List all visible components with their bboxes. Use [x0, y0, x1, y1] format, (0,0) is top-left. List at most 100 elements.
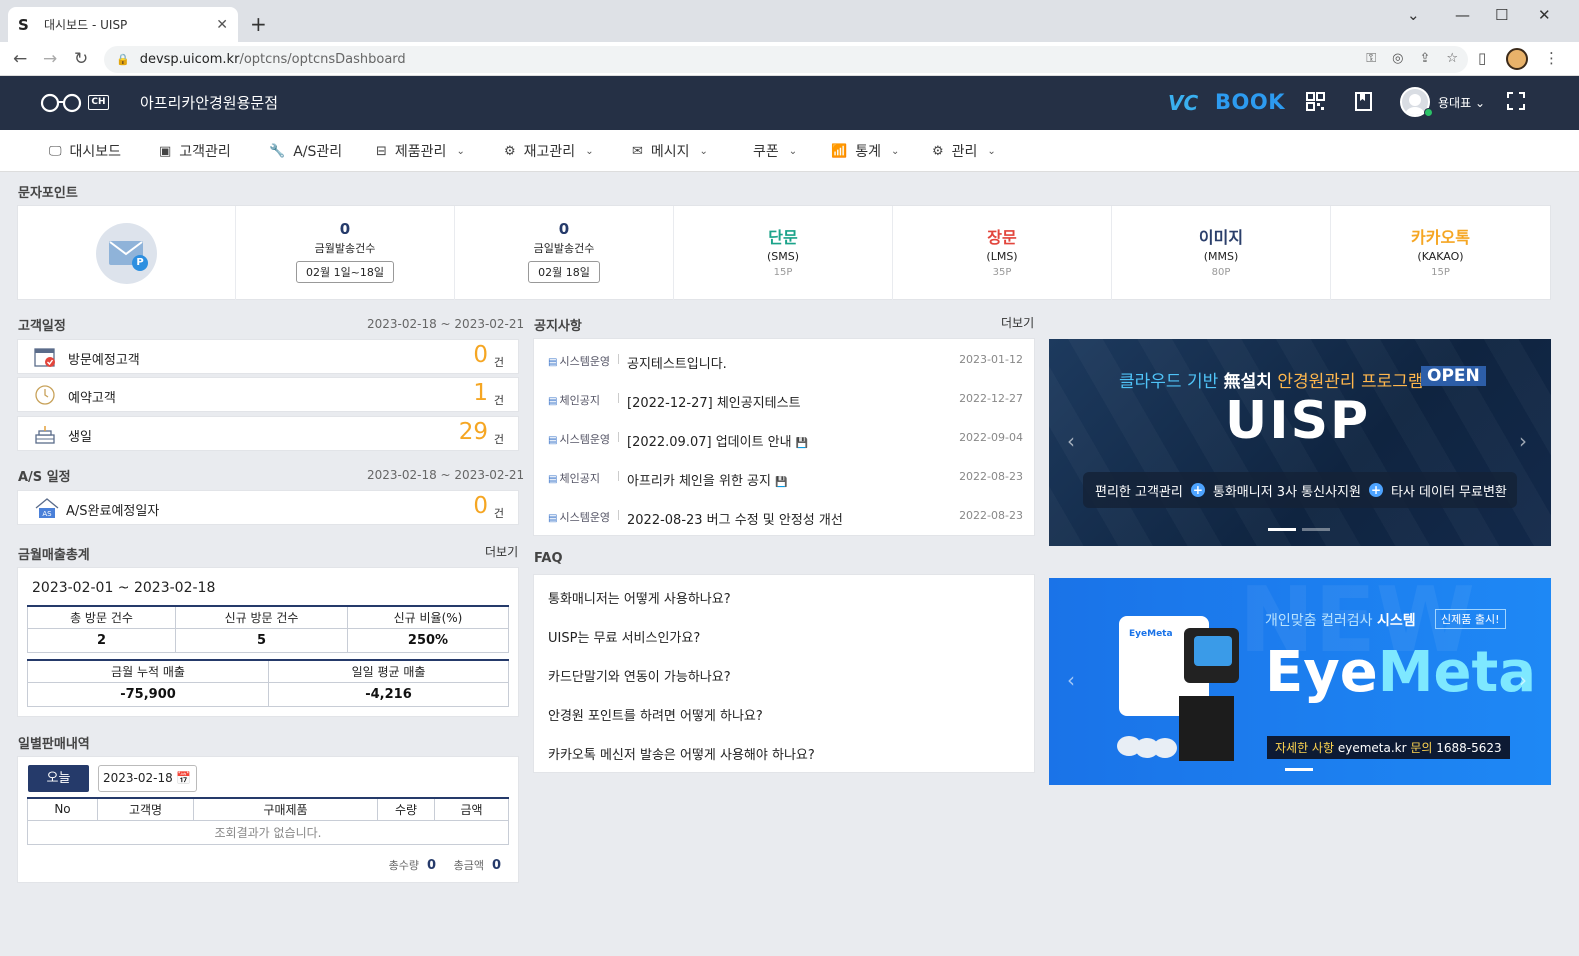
type-title: 단문	[768, 228, 798, 247]
glasses-logo-icon[interactable]	[40, 93, 82, 113]
type-point: 35P	[992, 267, 1012, 278]
menu-as[interactable]: 🔧 A/S관리	[269, 141, 342, 161]
menu-products[interactable]: ⊟ 제품관리 ⌄	[376, 141, 465, 161]
menu-coupons[interactable]: 쿠폰 ⌄	[753, 141, 797, 161]
carousel-next-icon[interactable]: ›	[1519, 429, 1527, 453]
chevron-down-icon[interactable]: ⌄	[1407, 6, 1420, 24]
chevron-down-icon: ⌄	[585, 145, 594, 157]
faq-item[interactable]: UISP는 무료 서비스인가요?	[548, 627, 700, 646]
schedule-as-row[interactable]: AS A/S완료예정일자 0 건	[17, 490, 519, 525]
carousel-dot-active[interactable]	[1268, 528, 1296, 531]
close-tab-icon[interactable]: ✕	[216, 17, 228, 33]
schedule-reservation-row[interactable]: 예약고객 1 건	[17, 377, 519, 412]
type-title: 장문	[987, 228, 1017, 247]
menu-dashboard[interactable]: 🖵 대시보드	[49, 141, 121, 161]
plus-icon: +	[1190, 483, 1205, 497]
notice-item[interactable]: ▤ 체인공지 [2022-12-27] 체인공지테스트 2022-12-27	[534, 381, 1036, 420]
calendar-icon[interactable]: 📅	[176, 766, 191, 791]
star-icon[interactable]: ☆	[1446, 51, 1458, 66]
fullscreen-icon[interactable]	[1507, 92, 1525, 115]
eye-off-icon[interactable]: ◎	[1392, 51, 1403, 66]
reload-icon[interactable]: ↻	[74, 49, 88, 69]
book-button[interactable]: BOOK	[1215, 90, 1285, 114]
faq-title: FAQ	[534, 551, 563, 566]
user-menu[interactable]: 용대표 ⌄	[1438, 94, 1485, 111]
notice-item[interactable]: ▤ 시스템운영 [2022.09.07] 업데이트 안내 💾 2022-09-04	[534, 420, 1036, 459]
carousel-prev-icon[interactable]: ‹	[1067, 429, 1075, 453]
back-icon[interactable]: ←	[13, 49, 27, 69]
chart-icon: 📶	[831, 143, 848, 159]
bookmark-icon[interactable]	[1354, 92, 1373, 116]
monthly-sales-title: 금월매출총계	[18, 548, 90, 563]
logo-badge: CH	[88, 95, 109, 110]
daily-sales-table: No 고객명 구매제품 수량 금액 조회결과가 없습니다.	[27, 797, 509, 845]
daily-sales-card: 오늘 2023-02-18 📅 No 고객명 구매제품 수량 금액 조회결과가 …	[17, 756, 519, 883]
notice-item[interactable]: ▤ 시스템운영 공지테스트입니다. 2023-01-12	[534, 342, 1036, 381]
table-header: 신규 방문 건수	[175, 605, 348, 629]
minimize-icon[interactable]: —	[1455, 6, 1470, 24]
uisp-banner[interactable]: 클라우드 기반 無설치 안경원관리 프로그램 OPEN UISP 편리한 고객관…	[1049, 339, 1551, 546]
today-button[interactable]: 오늘	[28, 765, 89, 792]
url-input[interactable]: 🔒 devsp.uicom.kr/optcns/optcnsDashboard …	[104, 46, 1468, 73]
eyemeta-banner[interactable]: NEW EyeMeta 개인맞춤 컬러검사 시스템 신제품 출시! EyeMet…	[1049, 578, 1551, 785]
share-icon[interactable]: ⇪	[1419, 51, 1430, 66]
eyemeta-logo: EyeMeta	[1265, 640, 1537, 705]
faq-item[interactable]: 안경원 포인트를 하려면 어떻게 하나요?	[548, 705, 763, 724]
close-window-icon[interactable]: ✕	[1538, 6, 1551, 24]
type-title: 카카오톡	[1411, 228, 1470, 247]
faq-item[interactable]: 통화매니저는 어떻게 사용하나요?	[548, 588, 731, 607]
carousel-prev-icon[interactable]: ‹	[1067, 668, 1075, 692]
notice-category: ▤ 시스템운영	[548, 511, 611, 524]
forward-icon[interactable]: →	[43, 49, 57, 69]
menu-stats[interactable]: 📶 통계 ⌄	[831, 141, 899, 161]
banner-headline: 개인맞춤 컬러검사 시스템	[1265, 613, 1416, 629]
table-cell: 5	[175, 627, 348, 653]
notice-item[interactable]: ▤ 체인공지 아프리카 체인을 위한 공지 💾 2022-08-23	[534, 459, 1036, 498]
schedule-label: 예약고객	[68, 391, 116, 406]
qr-icon[interactable]	[1306, 92, 1325, 116]
schedule-birthday-row[interactable]: 생일 29 건	[17, 416, 519, 451]
notice-date: 2023-01-12	[959, 353, 1023, 366]
date-input[interactable]: 2023-02-18 📅	[98, 765, 197, 792]
today-range-button[interactable]: 02월 18일	[528, 261, 600, 283]
menu-label: 고객관리	[179, 144, 231, 160]
faq-item[interactable]: 카드단말기와 연동이 가능하나요?	[548, 666, 731, 685]
browser-profile-avatar[interactable]	[1506, 48, 1528, 70]
key-icon[interactable]: ⚿	[1366, 51, 1376, 66]
month-range-button[interactable]: 02월 1일~18일	[295, 261, 395, 283]
more-menu-icon[interactable]: ⋮	[1544, 49, 1559, 67]
menu-label: 대시보드	[69, 144, 122, 160]
table-header: No	[27, 797, 98, 821]
schedule-label: 방문예정고객	[68, 353, 140, 368]
menu-messages[interactable]: ✉ 메시지 ⌄	[632, 141, 708, 161]
vc-logo[interactable]: VC	[1168, 91, 1198, 115]
carousel-dot[interactable]	[1302, 528, 1330, 531]
schedule-visit-row[interactable]: 방문예정고객 0 건	[17, 339, 519, 374]
menu-inventory[interactable]: ⚙ 재고관리 ⌄	[504, 141, 594, 161]
today-count-value: 0	[558, 220, 570, 238]
menu-admin[interactable]: ⚙ 관리 ⌄	[932, 141, 996, 161]
notices-more-link[interactable]: 더보기	[1001, 314, 1034, 331]
maximize-icon[interactable]: ☐	[1495, 6, 1508, 24]
table-cell: -4,216	[268, 681, 509, 707]
type-sub: (LMS)	[986, 250, 1018, 263]
type-title: 이미지	[1198, 228, 1244, 247]
browser-tab[interactable]: S 대시보드 - UISP ✕	[8, 7, 238, 42]
carousel-dot-active[interactable]	[1285, 768, 1313, 771]
table-cell: -75,900	[27, 681, 269, 707]
monthly-sales-more-link[interactable]: 더보기	[485, 543, 518, 560]
carousel-next-icon[interactable]: ›	[1519, 668, 1527, 692]
menu-customers[interactable]: ▣ 고객관리	[159, 141, 231, 161]
new-tab-icon[interactable]: +	[250, 12, 267, 36]
notice-item[interactable]: ▤ 시스템운영 2022-08-23 버그 수정 및 안정성 개선 2022-08…	[534, 498, 1036, 537]
notice-icon: ▤	[548, 435, 558, 446]
table-row: 조회결과가 없습니다.	[27, 819, 509, 845]
tab-title: 대시보드 - UISP	[44, 18, 128, 32]
sms-type-kakao: 카카오톡 (KAKAO) 15P	[1330, 206, 1550, 301]
notice-icon: ▤	[548, 513, 558, 524]
sidepanel-icon[interactable]: ▯	[1478, 49, 1486, 67]
schedule-unit: 건	[493, 507, 504, 520]
type-sub: (KAKAO)	[1417, 250, 1464, 263]
date-value: 2023-02-18	[103, 771, 173, 785]
faq-item[interactable]: 카카오톡 메신저 발송은 어떻게 사용해야 하나요?	[548, 744, 815, 763]
